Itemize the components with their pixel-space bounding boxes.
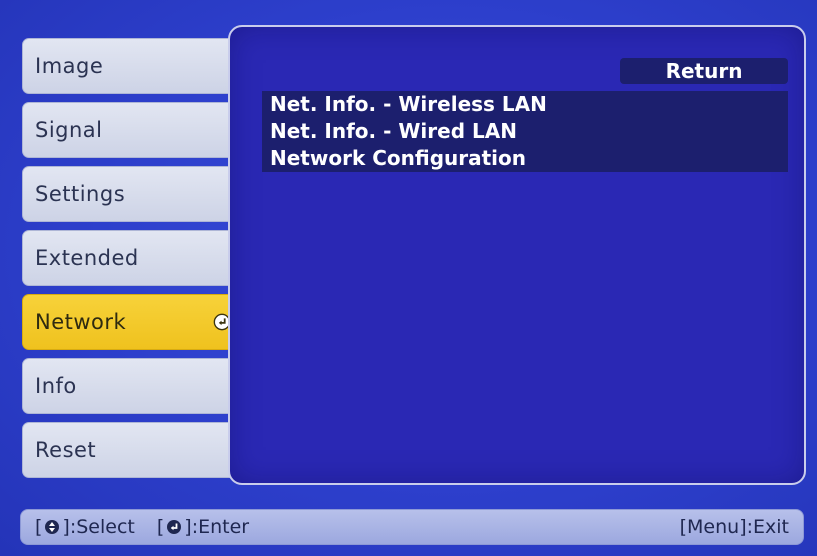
sidebar-item-signal[interactable]: Signal xyxy=(22,102,234,158)
sidebar-item-label: Image xyxy=(35,54,104,78)
sidebar-item-label: Signal xyxy=(35,118,103,142)
status-bar-hints: [ ] :Select [ ] :Enter xyxy=(35,516,249,538)
sidebar-item-image[interactable]: Image xyxy=(22,38,234,94)
sidebar-item-label: Reset xyxy=(35,438,97,462)
up-down-arrow-icon xyxy=(45,520,60,534)
enter-hint: [ ] :Enter xyxy=(156,516,250,538)
select-hint: [ ] :Select xyxy=(35,516,135,538)
sidebar-item-label: Extended xyxy=(35,246,139,270)
exit-hint: [Menu]:Exit xyxy=(679,516,789,538)
sidebar-item-label: Info xyxy=(35,374,77,398)
projector-menu-screen: Image Signal Settings Extended Network I… xyxy=(0,0,817,556)
sidebar-item-label: Settings xyxy=(35,182,126,206)
menu-item-net-info-wired-lan[interactable]: Net. Info. - Wired LAN xyxy=(262,118,788,145)
sidebar-item-info[interactable]: Info xyxy=(22,358,234,414)
sidebar-item-network[interactable]: Network xyxy=(22,294,242,350)
sidebar-item-reset[interactable]: Reset xyxy=(22,422,234,478)
enter-icon xyxy=(167,520,182,534)
menu-item-net-info-wireless-lan[interactable]: Net. Info. - Wireless LAN xyxy=(262,91,788,118)
menu-item-network-configuration[interactable]: Network Configuration xyxy=(262,145,788,172)
sidebar-item-settings[interactable]: Settings xyxy=(22,166,234,222)
return-button[interactable]: Return xyxy=(620,58,788,84)
sidebar-item-extended[interactable]: Extended xyxy=(22,230,234,286)
status-bar: [ ] :Select [ ] :Enter [Menu]:Exit xyxy=(20,509,804,545)
sidebar-item-label: Network xyxy=(35,310,127,334)
